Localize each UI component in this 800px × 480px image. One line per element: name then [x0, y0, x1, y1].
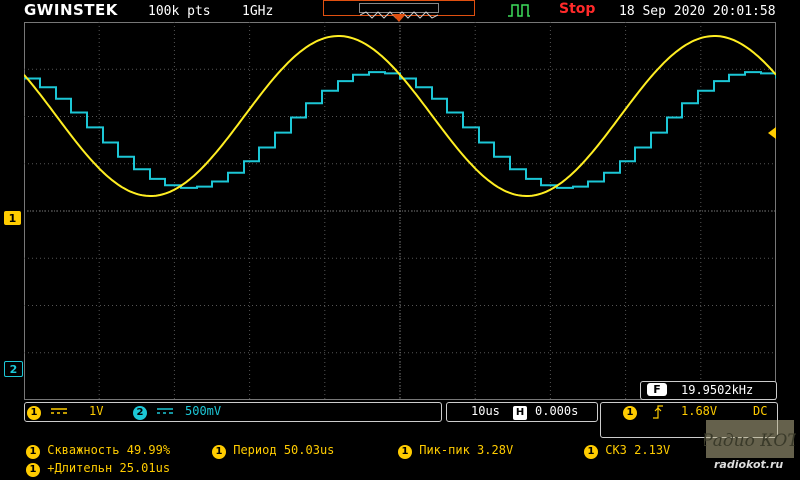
measurement-panel: 1 Скважность 49.99% 1 Период 50.03us 1 П…: [0, 440, 800, 480]
measurement-source-badge: 1: [212, 445, 226, 459]
brand-logo: GWINSTEK: [24, 1, 118, 19]
waveform-display: [24, 22, 776, 400]
ch2-badge: 2: [133, 406, 147, 420]
measurement-value: 49.99%: [126, 443, 171, 457]
trigger-level-marker-icon: [768, 127, 776, 139]
trigger-position-marker-icon: [392, 14, 406, 22]
svg-text:Радио КОТ: Радио КОТ: [704, 431, 796, 451]
ch1-ground-marker[interactable]: 1: [4, 211, 21, 225]
measurement-rms[interactable]: 1 СКЗ 2.13V: [584, 443, 670, 459]
run-status[interactable]: Stop: [559, 1, 595, 17]
watermark-logo: Радио КОТ radiokot.ru: [700, 416, 800, 476]
horizontal-position-badge: H: [513, 406, 527, 420]
channel-status-panel[interactable]: 1 1V 2 500mV: [24, 402, 442, 422]
trigger-status-pulse-icon: [508, 4, 530, 17]
frequency-counter: F 19.9502kHz: [640, 381, 777, 400]
measurement-value: 2.13V: [634, 443, 671, 457]
trigger-source-badge: 1: [623, 406, 637, 420]
measurement-label: Скважность: [47, 443, 120, 457]
sample-rate: 1GHz: [242, 4, 274, 19]
ch1-badge: 1: [27, 406, 41, 420]
timebase-panel[interactable]: 10us H 0.000s: [446, 402, 598, 422]
measurement-label: СКЗ: [605, 443, 627, 457]
measurement-value: 3.28V: [477, 443, 514, 457]
measurement-source-badge: 1: [584, 445, 598, 459]
measurement-label: Период: [233, 443, 277, 457]
measurement-peak-to-peak[interactable]: 1 Пик-пик 3.28V: [398, 443, 513, 459]
ch2-scale: 500mV: [185, 404, 222, 418]
memory-view-window: [359, 3, 439, 19]
measurement-label: Пик-пик: [419, 443, 470, 457]
measurement-duty-cycle[interactable]: 1 Скважность 49.99%: [26, 443, 170, 459]
date-time: 18 Sep 2020 20:01:58: [619, 4, 776, 19]
ch2-dc-coupling-icon: [157, 408, 173, 414]
measurement-source-badge: 1: [398, 445, 412, 459]
ch1-dc-coupling-icon: [51, 408, 67, 414]
measurement-source-badge: 1: [26, 445, 40, 459]
frequency-value: 19.9502kHz: [681, 383, 754, 397]
ch2-ground-marker[interactable]: 2: [4, 361, 23, 377]
frequency-badge: F: [647, 383, 667, 396]
timebase-scale: 10us: [471, 404, 500, 418]
measurement-positive-width[interactable]: 1 +Длительн 25.01us: [26, 461, 170, 477]
measurement-value: 50.03us: [283, 443, 335, 457]
top-status-bar: GWINSTEK 100k pts 1GHz Stop 18 Sep 2020 …: [0, 0, 800, 22]
rising-edge-icon: [653, 405, 663, 419]
horizontal-position: 0.000s: [535, 404, 579, 418]
measurement-period[interactable]: 1 Период 50.03us: [212, 443, 334, 459]
measurement-label: +Длительн: [47, 461, 113, 475]
ch1-scale: 1V: [89, 404, 104, 418]
measurement-source-badge: 1: [26, 463, 40, 477]
measurement-value: 25.01us: [119, 461, 171, 475]
record-length: 100k pts: [148, 4, 211, 19]
watermark-url: radiokot.ru: [714, 458, 784, 471]
